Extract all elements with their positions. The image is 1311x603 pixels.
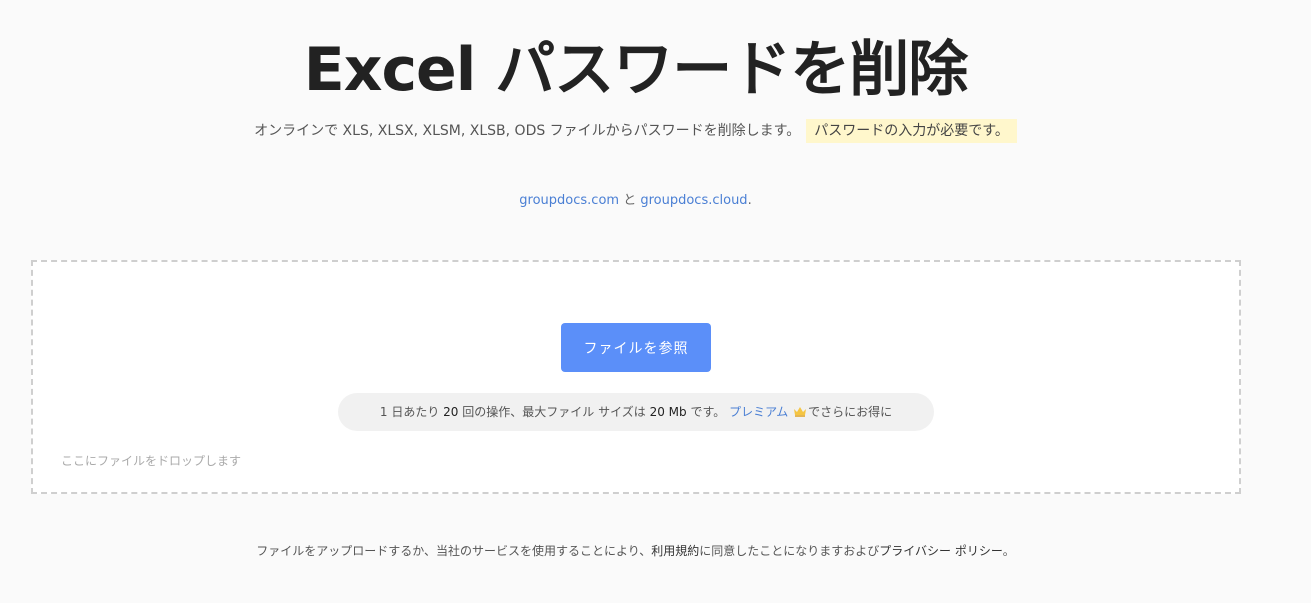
premium-suffix: でさらにお得に <box>808 405 893 419</box>
subtitle-text: オンラインで XLS, XLSX, XLSM, XLSB, ODS ファイルから… <box>254 123 801 139</box>
limit-ops-text: 回の操作、最大ファイル サイズは <box>462 405 646 419</box>
drop-hint: ここにファイルをドロップします <box>61 454 242 468</box>
terms-suffix: 。 <box>1002 544 1015 558</box>
privacy-policy-link[interactable]: プライバシー ポリシー <box>879 544 1002 558</box>
terms-prefix: ファイルをアップロードするか、当社のサービスを使用することにより、 <box>256 544 652 558</box>
credits-suffix: . <box>747 193 752 208</box>
browse-files-button[interactable]: ファイルを参照 <box>561 323 711 372</box>
groupdocs-cloud-link[interactable]: groupdocs.cloud <box>640 193 747 208</box>
credits-separator: と <box>619 193 641 208</box>
terms-notice: ファイルをアップロードするか、当社のサービスを使用することにより、利用規約に同意… <box>0 541 1271 561</box>
usage-limit-notice: 1 日あたり 20 回の操作、最大ファイル サイズは 20 Mb です。 プレミ… <box>338 393 934 431</box>
terms-middle: に同意したことになりますおよび <box>699 544 880 558</box>
premium-link[interactable]: プレミアム <box>729 405 788 419</box>
credits: groupdocs.com と groupdocs.cloud. <box>0 191 1271 211</box>
limit-prefix: 1 日あたり <box>379 405 440 419</box>
password-required-note: パスワードの入力が必要です。 <box>806 119 1017 143</box>
file-dropzone[interactable]: ファイルを参照 1 日あたり 20 回の操作、最大ファイル サイズは 20 Mb… <box>31 260 1241 494</box>
page-title: Excel パスワードを削除 <box>303 35 968 105</box>
page-subtitle: オンラインで XLS, XLSX, XLSM, XLSB, ODS ファイルから… <box>0 119 1271 143</box>
crown-icon <box>794 407 807 417</box>
groupdocs-com-link[interactable]: groupdocs.com <box>519 193 619 208</box>
terms-of-service-link[interactable]: 利用規約 <box>651 544 699 558</box>
limit-size: 20 Mb <box>649 405 687 419</box>
limit-size-suffix: です。 <box>690 405 726 419</box>
page: Excel パスワードを削除 オンラインで XLS, XLSX, XLSM, X… <box>0 0 1311 603</box>
limit-ops-count: 20 <box>443 405 459 419</box>
